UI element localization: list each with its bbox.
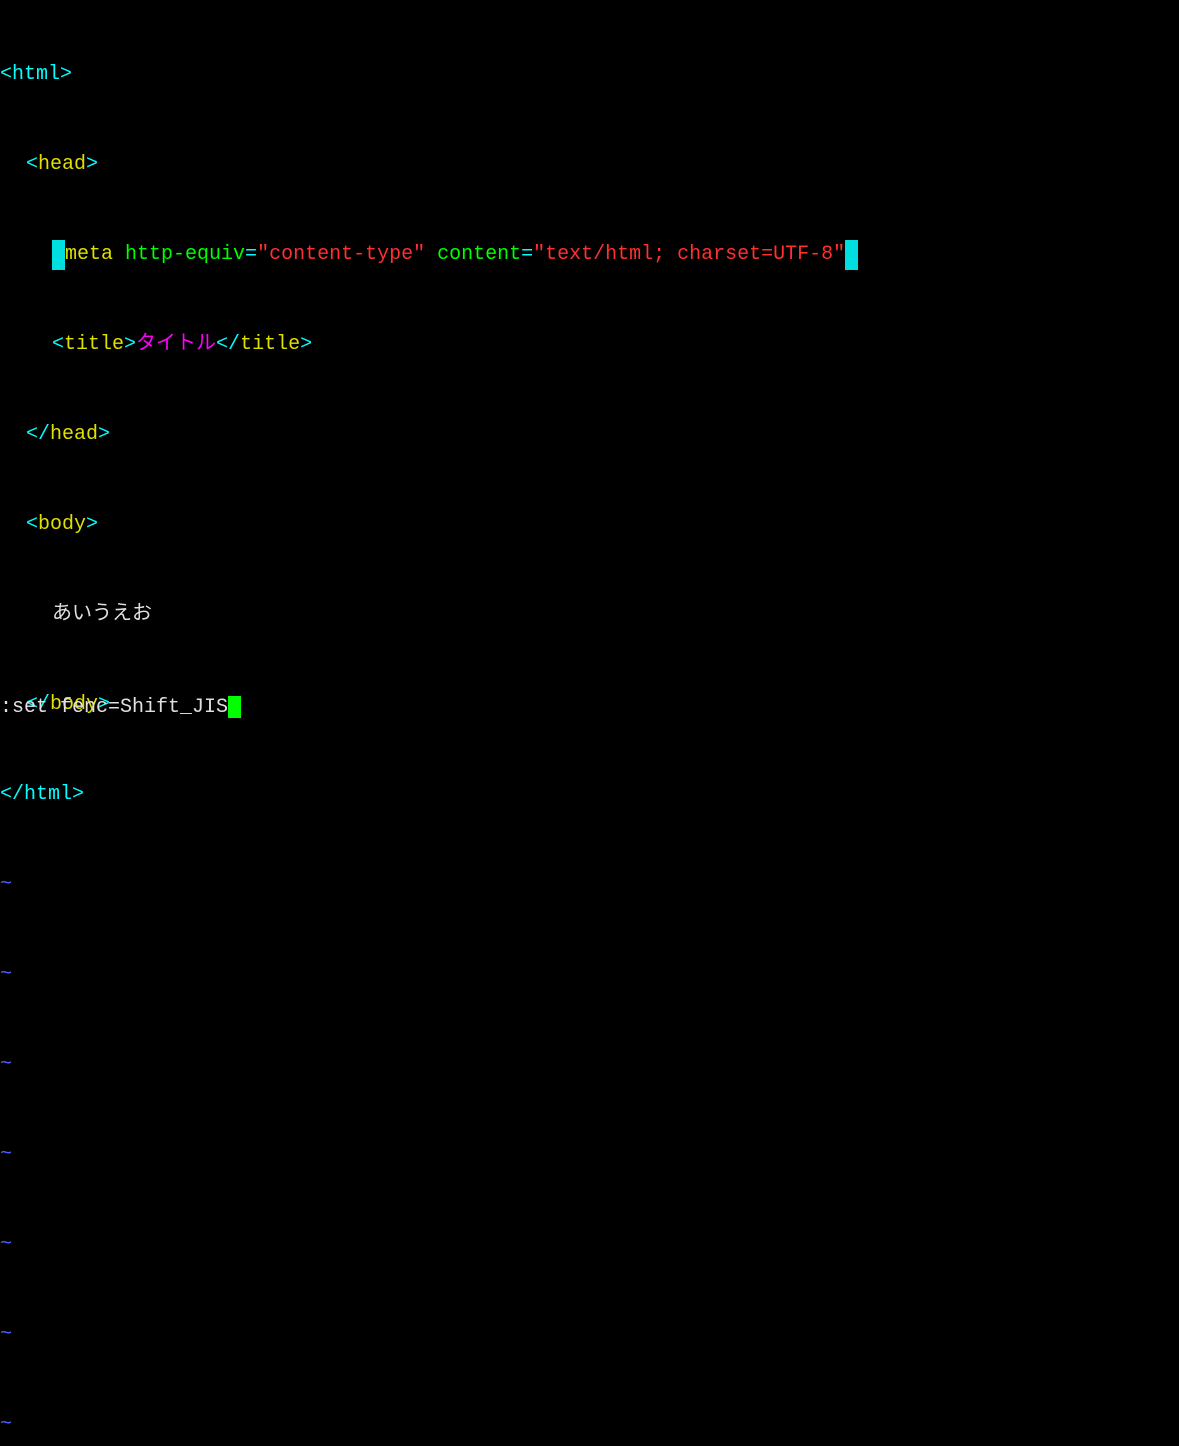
attr-name: content (425, 243, 521, 266)
cursor-icon (228, 696, 241, 718)
code-line-3: meta http-equiv="content-type" content="… (0, 240, 1179, 270)
attr-name: http-equiv (113, 243, 245, 266)
command-line[interactable]: :set fenc=Shift_JIS (0, 693, 1179, 723)
tag-name: body (38, 513, 86, 536)
equals: = (245, 243, 257, 266)
bracket: < (26, 513, 38, 536)
bracket: </ (0, 783, 24, 806)
bracket: < (52, 333, 64, 356)
empty-line-tilde: ~ (0, 1410, 1179, 1440)
command-text: :set fenc=Shift_JIS (0, 696, 228, 719)
tag-name: html (24, 783, 72, 806)
bracket: </ (216, 333, 240, 356)
empty-line-tilde: ~ (0, 1230, 1179, 1260)
code-line-7: あいうえお (0, 600, 1179, 630)
tag-name: head (38, 153, 86, 176)
bracket: > (72, 783, 84, 806)
matchparen-highlight (52, 240, 65, 270)
bracket: > (86, 513, 98, 536)
editor-area[interactable]: <html> <head> meta http-equiv="content-t… (0, 0, 1179, 1446)
bracket: > (124, 333, 136, 356)
attr-value: "text/html; charset=UTF-8" (533, 243, 845, 266)
tag-name: meta (65, 243, 113, 266)
body-content: あいうえお (52, 603, 152, 626)
equals: = (521, 243, 533, 266)
code-line-4: <title>タイトル</title> (0, 330, 1179, 360)
matchparen-highlight (845, 240, 858, 270)
code-line-9: </html> (0, 780, 1179, 810)
tag-name: title (240, 333, 300, 356)
empty-line-tilde: ~ (0, 1050, 1179, 1080)
bracket: < (26, 153, 38, 176)
tag-name: title (64, 333, 124, 356)
empty-line-tilde: ~ (0, 870, 1179, 900)
bracket: > (300, 333, 312, 356)
tag-name: head (50, 423, 98, 446)
code-line-2: <head> (0, 150, 1179, 180)
empty-line-tilde: ~ (0, 1140, 1179, 1170)
bracket: > (86, 153, 98, 176)
code-line-5: </head> (0, 420, 1179, 450)
attr-value: "content-type" (257, 243, 425, 266)
bracket: > (60, 63, 72, 86)
code-line-1: <html> (0, 60, 1179, 90)
bracket: < (0, 63, 12, 86)
tag-name: html (12, 63, 60, 86)
empty-line-tilde: ~ (0, 1320, 1179, 1350)
title-content: タイトル (136, 333, 216, 356)
bracket: > (98, 423, 110, 446)
bracket: </ (26, 423, 50, 446)
code-line-6: <body> (0, 510, 1179, 540)
empty-line-tilde: ~ (0, 960, 1179, 990)
